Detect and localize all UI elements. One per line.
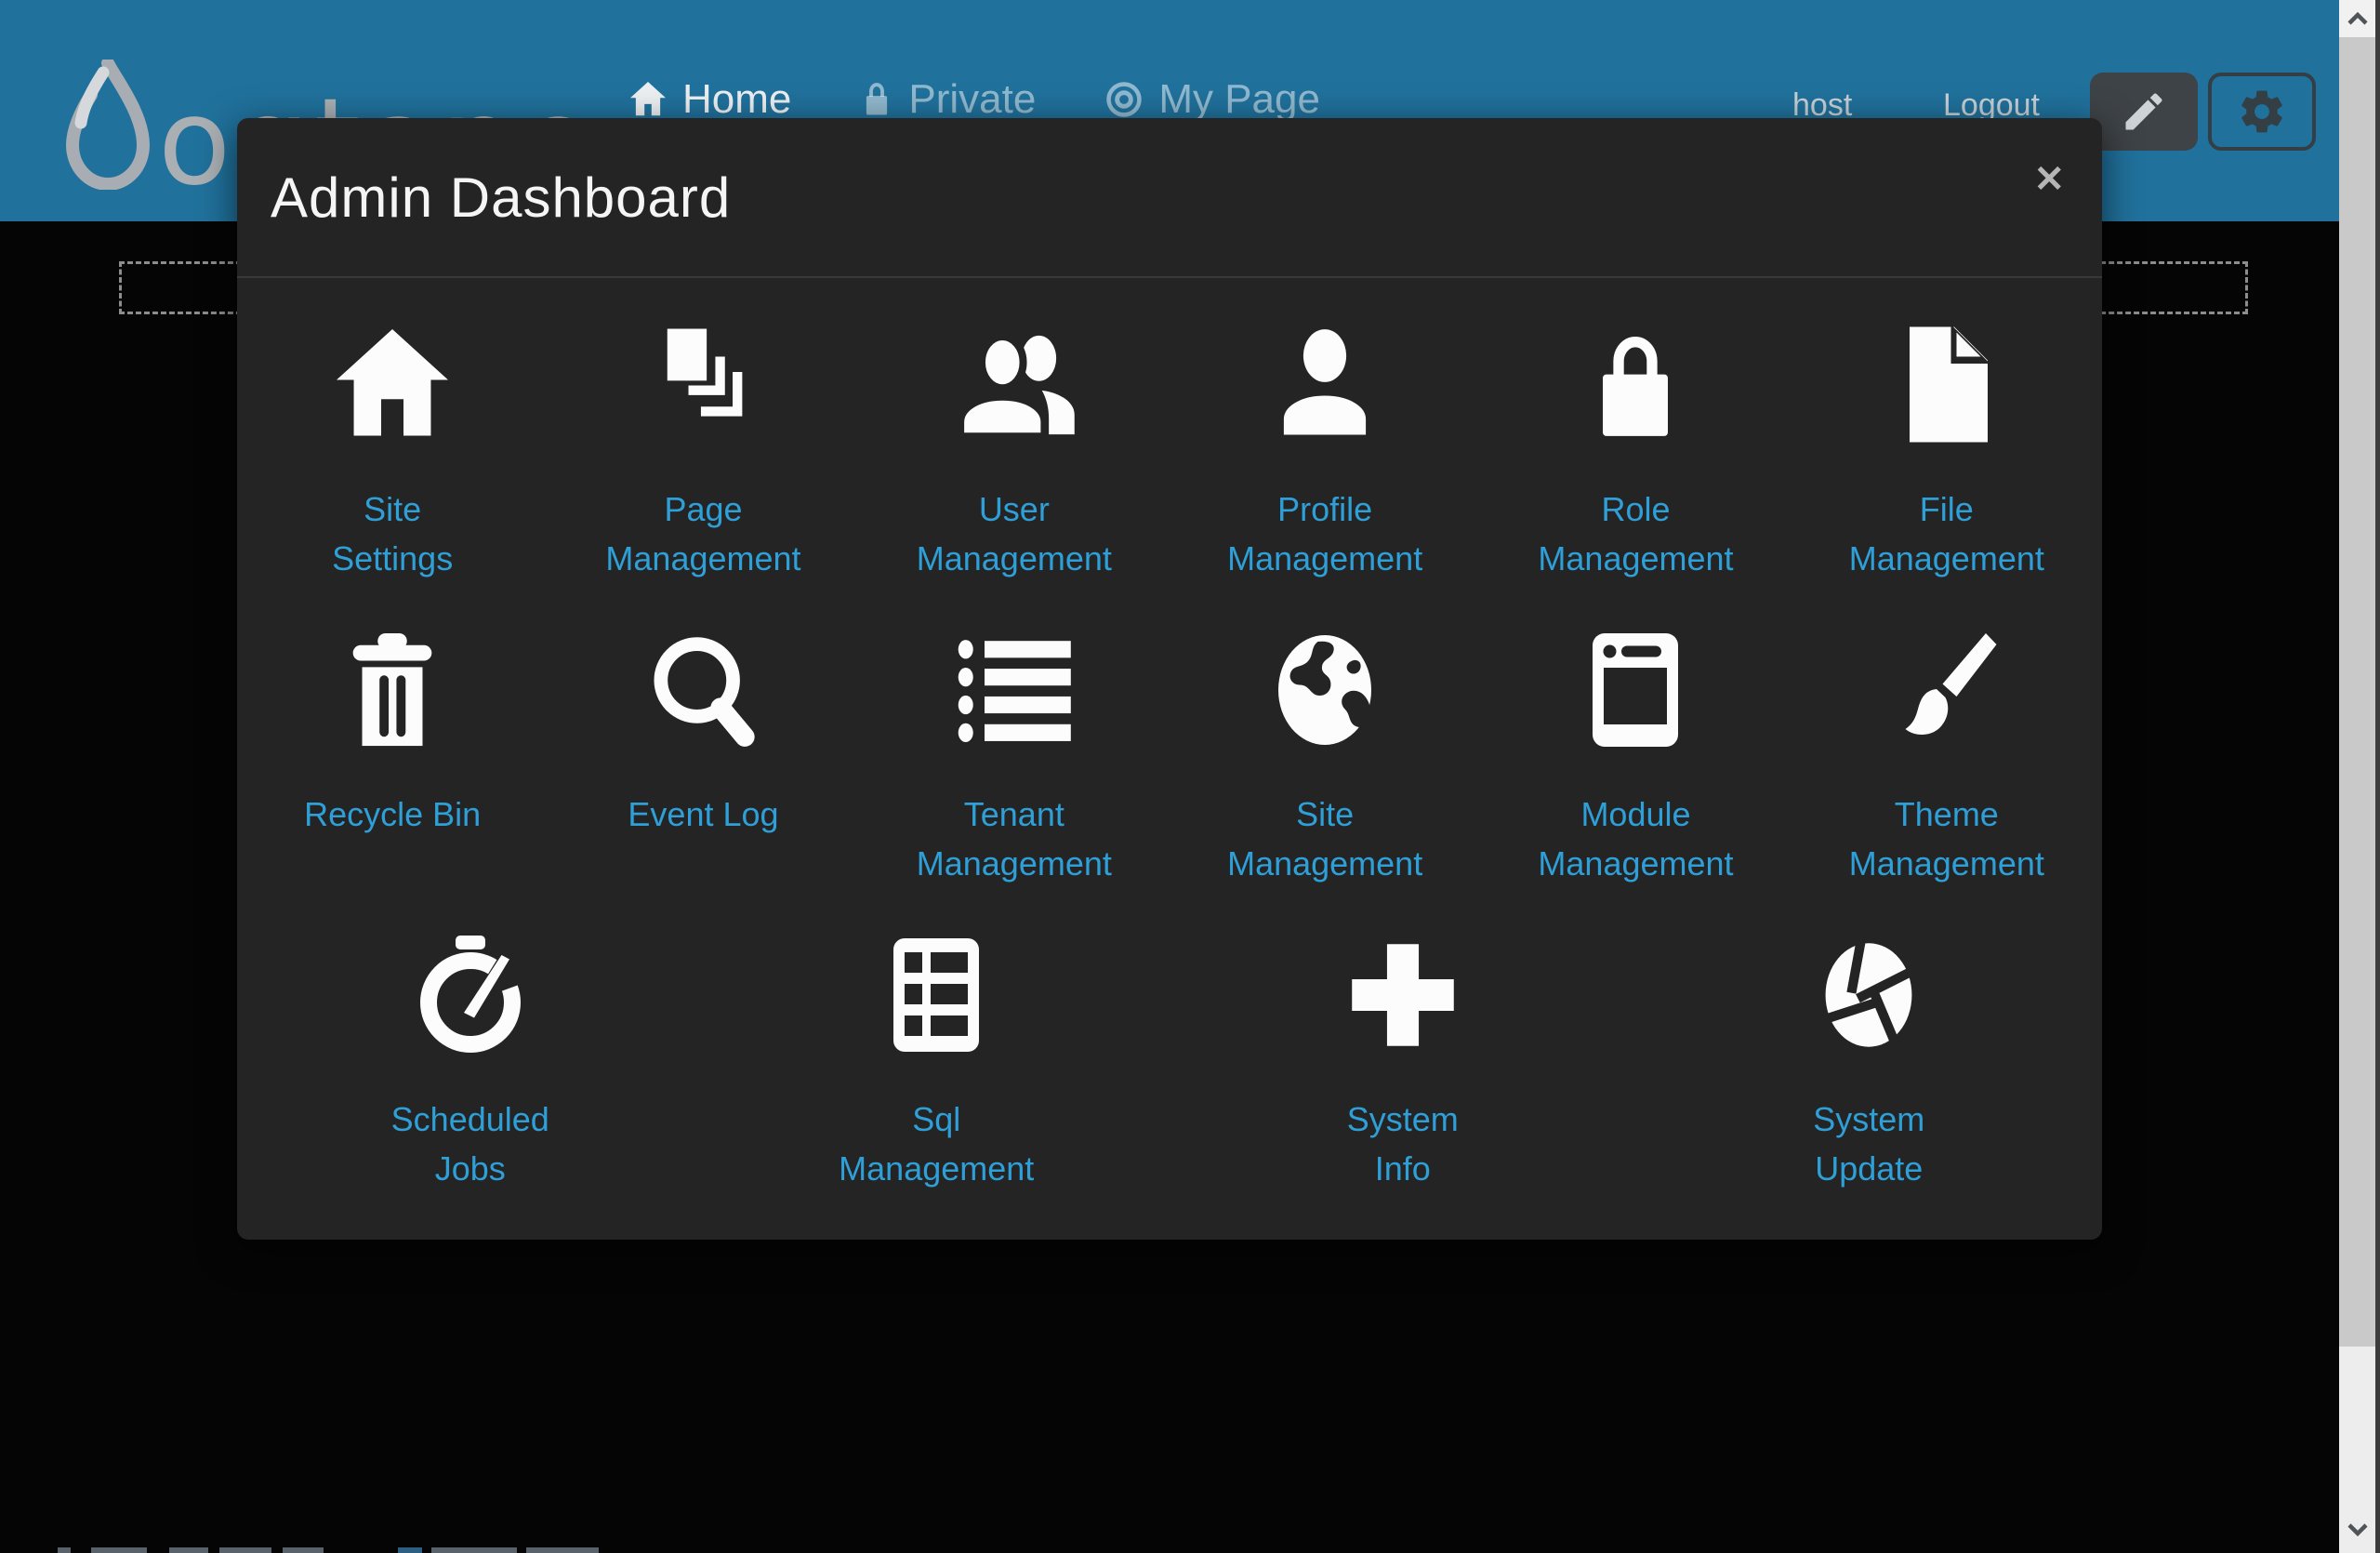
chevron-up-icon (2347, 11, 2369, 26)
shutter-icon (1816, 935, 1922, 1055)
vertical-scrollbar[interactable] (2339, 0, 2380, 1553)
tile-file-management[interactable]: FileManagement (1792, 278, 2102, 583)
scroll-up-button[interactable] (2339, 0, 2375, 37)
admin-tile-grid: SiteSettings PageManagement (237, 278, 2102, 1193)
nav-item-my-page[interactable]: My Page (1104, 76, 1320, 123)
tile-scheduled-jobs[interactable]: ScheduledJobs (237, 888, 704, 1193)
brush-icon (1888, 630, 2005, 750)
timer-icon (412, 935, 529, 1055)
tile-system-update[interactable]: SystemUpdate (1636, 888, 2103, 1193)
plus-icon (1345, 935, 1461, 1055)
file-icon (1892, 325, 2002, 445)
gear-icon (2236, 86, 2288, 138)
home-icon (628, 82, 668, 117)
tile-site-management[interactable]: SiteManagement (1170, 583, 1480, 888)
close-icon[interactable]: ✕ (2033, 161, 2065, 198)
tile-tenant-management[interactable]: TenantManagement (859, 583, 1170, 888)
pencil-icon (2120, 87, 2168, 136)
scrollbar-thumb[interactable] (2339, 37, 2375, 1347)
tile-row-1: SiteSettings PageManagement (237, 278, 2102, 583)
lock-icon (1587, 325, 1684, 445)
trash-icon (341, 630, 443, 750)
edit-mode-button[interactable] (2090, 73, 2198, 151)
modal-title: Admin Dashboard (271, 166, 731, 230)
window-icon (1589, 630, 1682, 750)
search-icon (644, 630, 761, 750)
lock-icon (860, 80, 893, 119)
admin-dashboard-modal: Admin Dashboard ✕ SiteSettings PageManag… (237, 118, 2102, 1240)
page: oqtane Home Private M (0, 0, 2380, 1553)
scroll-down-button[interactable] (2339, 1511, 2375, 1548)
tile-row-3: ScheduledJobs SqlManagement (237, 888, 2102, 1193)
globe-icon (1268, 630, 1382, 750)
table-icon (889, 935, 984, 1055)
logo-drop-icon (65, 60, 151, 190)
tile-page-management[interactable]: PageManagement (548, 278, 858, 583)
home-icon (331, 325, 454, 445)
pages-icon (645, 325, 760, 445)
nav-item-private[interactable]: Private (860, 76, 1036, 123)
tile-profile-management[interactable]: ProfileManagement (1170, 278, 1480, 583)
tile-row-2: Recycle Bin Event Log (237, 583, 2102, 888)
modal-header: Admin Dashboard ✕ (237, 118, 2102, 278)
tile-sql-management[interactable]: SqlManagement (704, 888, 1170, 1193)
tile-event-log[interactable]: Event Log (548, 583, 858, 888)
tile-theme-management[interactable]: ThemeManagement (1792, 583, 2102, 888)
nav-label: Home (682, 76, 791, 123)
person-icon (1266, 325, 1383, 445)
tile-system-info[interactable]: SystemInfo (1170, 888, 1636, 1193)
chevron-down-icon (2347, 1522, 2369, 1537)
people-icon (950, 325, 1078, 445)
nav-item-home[interactable]: Home (628, 76, 791, 123)
nav-label: Private (908, 76, 1036, 123)
tile-site-settings[interactable]: SiteSettings (237, 278, 548, 583)
list-icon (955, 630, 1074, 750)
tile-user-management[interactable]: UserManagement (859, 278, 1170, 583)
tile-module-management[interactable]: ModuleManagement (1480, 583, 1791, 888)
tile-recycle-bin[interactable]: Recycle Bin (237, 583, 548, 888)
target-icon (1104, 80, 1144, 119)
settings-button[interactable] (2208, 73, 2316, 151)
clipped-text-strip (0, 1546, 2339, 1553)
nav-label: My Page (1158, 76, 1320, 123)
tile-role-management[interactable]: RoleManagement (1480, 278, 1791, 583)
